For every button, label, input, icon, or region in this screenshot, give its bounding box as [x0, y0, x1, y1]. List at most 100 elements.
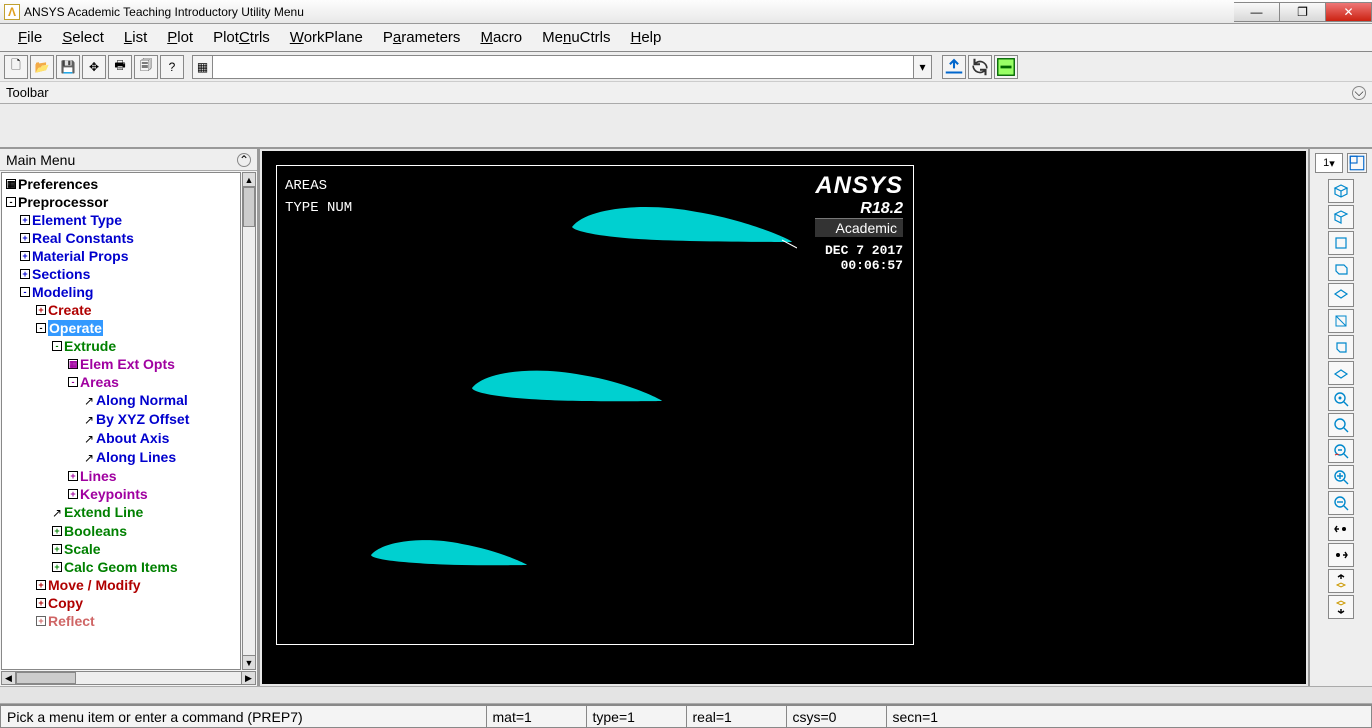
tree-vertical-scrollbar[interactable]: ▲ ▼ — [242, 172, 256, 670]
viewport-brand: ANSYS — [815, 172, 903, 200]
bottom-spacer — [0, 686, 1372, 704]
hscroll-thumb[interactable] — [16, 672, 76, 684]
zoom-in-button[interactable] — [1328, 465, 1354, 489]
tree-real-constants[interactable]: +Real Constants — [2, 229, 240, 247]
menu-parameters[interactable]: Parameters — [373, 27, 471, 48]
title-bar: Λ ANSYS Academic Teaching Introductory U… — [0, 0, 1372, 24]
close-button[interactable]: ✕ — [1326, 2, 1372, 22]
tree-sections[interactable]: +Sections — [2, 265, 240, 283]
report-button[interactable]: 🗐 — [134, 55, 158, 79]
rotate-left-button[interactable] — [1328, 517, 1354, 541]
tree-booleans[interactable]: +Booleans — [2, 522, 240, 540]
tree-keypoints[interactable]: +Keypoints — [2, 485, 240, 503]
tree-move-modify[interactable]: +Move / Modify — [2, 576, 240, 594]
view-right-button[interactable] — [1328, 257, 1354, 281]
view-oblique-button[interactable] — [1328, 205, 1354, 229]
toolbar-label-row: Toolbar ⌵ — [0, 82, 1372, 104]
scroll-down-icon[interactable]: ▼ — [243, 655, 255, 669]
tree-calc-geom[interactable]: +Calc Geom Items — [2, 558, 240, 576]
command-prefix-icon[interactable]: ▦ — [193, 56, 213, 78]
maximize-button[interactable]: ❐ — [1280, 2, 1326, 22]
menu-workplane[interactable]: WorkPlane — [280, 27, 373, 48]
window-layout-button[interactable] — [1347, 153, 1367, 173]
tree-create[interactable]: +Create — [2, 301, 240, 319]
contact-manager-button[interactable] — [994, 55, 1018, 79]
toolbar-blank-area — [0, 104, 1372, 148]
scroll-left-icon[interactable]: ◀ — [2, 672, 16, 684]
tree-areas[interactable]: -Areas — [2, 373, 240, 391]
tree-along-normal[interactable]: ↗Along Normal — [2, 391, 240, 410]
tree-by-xyz-offset[interactable]: ↗By XYZ Offset — [2, 410, 240, 429]
tree-preprocessor[interactable]: -Preprocessor — [2, 193, 240, 211]
view-front-button[interactable] — [1328, 231, 1354, 255]
toolbar-label: Toolbar — [6, 85, 49, 100]
tree-elem-ext-opts[interactable]: ▦Elem Ext Opts — [2, 355, 240, 373]
scroll-up-icon[interactable]: ▲ — [243, 173, 255, 187]
main-menu-tree: ▦Preferences -Preprocessor +Element Type… — [1, 172, 241, 670]
zoom-out-button[interactable] — [1328, 491, 1354, 515]
viewport-time: 00:06:57 — [815, 258, 903, 273]
menu-menuctrls[interactable]: MenuCtrls — [532, 27, 620, 48]
tree-along-lines[interactable]: ↗Along Lines — [2, 448, 240, 467]
viewport-label-typenum: TYPE NUM — [285, 200, 352, 216]
icon-toolbar: 🗋 📂 💾 ✥ 🖶 🗐 ? ▦ ▾ — [0, 52, 1372, 82]
viewport-brand-block: ANSYS R18.2 Academic DEC 7 2017 00:06:57 — [815, 172, 903, 273]
tree-extend-line[interactable]: ↗Extend Line — [2, 503, 240, 522]
tree-scale[interactable]: +Scale — [2, 540, 240, 558]
tree-copy[interactable]: +Copy — [2, 594, 240, 612]
menu-bar: File Select List Plot PlotCtrls WorkPlan… — [0, 24, 1372, 52]
view-bottom-button[interactable] — [1328, 361, 1354, 385]
status-real: real=1 — [686, 705, 786, 728]
tree-element-type[interactable]: +Element Type — [2, 211, 240, 229]
save-button[interactable]: 💾 — [56, 55, 80, 79]
raise-hidden-button[interactable] — [942, 55, 966, 79]
new-button[interactable]: 🗋 — [4, 55, 28, 79]
zoom-back-button[interactable] — [1328, 439, 1354, 463]
view-back-button[interactable] — [1328, 309, 1354, 333]
scroll-right-icon[interactable]: ▶ — [241, 672, 255, 684]
window-title: ANSYS Academic Teaching Introductory Uti… — [24, 5, 304, 19]
tree-operate[interactable]: -Operate — [2, 319, 240, 337]
tree-horizontal-scrollbar[interactable]: ◀ ▶ — [1, 671, 256, 685]
print-button[interactable]: 🖶 — [108, 55, 132, 79]
tree-extrude[interactable]: -Extrude — [2, 337, 240, 355]
menu-help[interactable]: Help — [620, 27, 671, 48]
command-dropdown[interactable]: ▾ — [913, 56, 931, 78]
zoom-fit-button[interactable] — [1328, 387, 1354, 411]
menu-plot[interactable]: Plot — [157, 27, 203, 48]
graphics-viewport[interactable]: AREAS TYPE NUM ANSYS R18.2 Academic DEC … — [262, 151, 1306, 684]
tree-modeling[interactable]: -Modeling — [2, 283, 240, 301]
window-number-dropdown[interactable]: 1▾ — [1315, 153, 1343, 173]
tree-preferences[interactable]: ▦Preferences — [2, 175, 240, 193]
pan-button[interactable]: ✥ — [82, 55, 106, 79]
menu-plotctrls[interactable]: PlotCtrls — [203, 27, 280, 48]
menu-list[interactable]: List — [114, 27, 157, 48]
rotate-right-button[interactable] — [1328, 543, 1354, 567]
scroll-thumb[interactable] — [243, 187, 255, 227]
main-menu-collapse-icon[interactable]: ⌃ — [237, 153, 251, 167]
view-left-button[interactable] — [1328, 335, 1354, 359]
help-button[interactable]: ? — [160, 55, 184, 79]
app-icon: Λ — [4, 4, 20, 20]
toolbar-collapse-icon[interactable]: ⌵ — [1352, 86, 1366, 100]
airfoil-shape-2 — [467, 366, 667, 411]
tree-lines[interactable]: +Lines — [2, 467, 240, 485]
view-top-button[interactable] — [1328, 283, 1354, 307]
reset-picking-button[interactable] — [968, 55, 992, 79]
rotate-up-button[interactable] — [1328, 569, 1354, 593]
menu-select[interactable]: Select — [52, 27, 114, 48]
status-secn: secn=1 — [886, 705, 1372, 728]
tree-about-axis[interactable]: ↗About Axis — [2, 429, 240, 448]
tree-material-props[interactable]: +Material Props — [2, 247, 240, 265]
rotate-down-button[interactable] — [1328, 595, 1354, 619]
menu-file[interactable]: File — [8, 27, 52, 48]
zoom-box-button[interactable] — [1328, 413, 1354, 437]
view-iso-button[interactable] — [1328, 179, 1354, 203]
open-button[interactable]: 📂 — [30, 55, 54, 79]
airfoil-shape-3 — [367, 536, 532, 574]
tree-reflect[interactable]: +Reflect — [2, 612, 240, 630]
status-csys: csys=0 — [786, 705, 886, 728]
command-input[interactable] — [213, 56, 913, 78]
menu-macro[interactable]: Macro — [470, 27, 532, 48]
minimize-button[interactable]: — — [1234, 2, 1280, 22]
